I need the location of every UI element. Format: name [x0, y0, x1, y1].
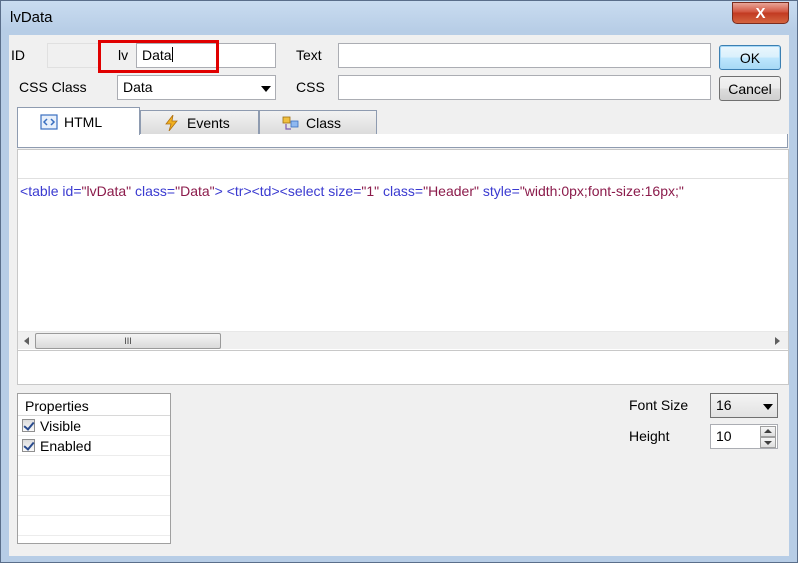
font-size-select[interactable]: 16	[710, 393, 778, 418]
code-token: "width:0px;font-size:16px;"	[519, 183, 684, 199]
list-item	[18, 516, 170, 536]
id-prefix: lv	[118, 47, 129, 63]
css-input[interactable]	[338, 75, 711, 100]
enabled-label: Enabled	[40, 437, 92, 454]
cancel-button[interactable]: Cancel	[719, 76, 781, 101]
properties-header: Properties	[18, 394, 170, 416]
font-size-value: 16	[716, 397, 732, 413]
code-token: size=	[324, 183, 362, 199]
list-item	[18, 456, 170, 476]
cancel-button-label: Cancel	[728, 80, 772, 97]
id-label: ID	[11, 47, 25, 63]
dialog-client: ID lv Data Text OK CSS Class Data CSS Ca…	[9, 35, 789, 556]
html-editor[interactable]: <table id="lvData" class="Data"> <tr><td…	[17, 149, 789, 385]
scroll-thumb[interactable]: III	[35, 333, 221, 349]
text-input[interactable]	[338, 43, 711, 68]
scroll-grip-icon: III	[124, 336, 132, 346]
css-class-select[interactable]: Data	[117, 75, 276, 100]
window-title: lvData	[10, 9, 53, 26]
height-value: 10	[716, 428, 732, 444]
code-token: id=	[58, 183, 82, 199]
scroll-right-icon[interactable]	[775, 337, 780, 345]
height-stepper[interactable]: 10	[710, 424, 778, 449]
property-visible[interactable]: Visible	[18, 416, 170, 436]
html-code-icon	[40, 113, 58, 130]
code-token: class=	[131, 183, 176, 199]
tab-events-label: Events	[187, 114, 230, 131]
lightning-icon	[165, 114, 178, 131]
id-input-value: Data	[142, 47, 172, 63]
editor-footer-row	[18, 350, 788, 384]
code-token: "1"	[361, 183, 380, 199]
visible-label: Visible	[40, 417, 81, 434]
enabled-checkbox[interactable]	[22, 439, 35, 452]
list-item	[18, 476, 170, 496]
code-token: select	[287, 183, 325, 199]
ok-button[interactable]: OK	[719, 45, 781, 70]
code-token: > <	[214, 183, 235, 199]
tab-events[interactable]: Events	[140, 110, 259, 134]
tab-html-label: HTML	[64, 113, 103, 130]
code-line[interactable]: <table id="lvData" class="Data"> <tr><td…	[20, 183, 786, 199]
close-button[interactable]: X	[732, 2, 789, 24]
css-class-value: Data	[123, 79, 153, 95]
editor-header-row	[18, 150, 788, 179]
property-enabled[interactable]: Enabled	[18, 436, 170, 456]
text-label: Text	[296, 47, 322, 63]
code-token: <	[20, 183, 29, 199]
scroll-left-icon[interactable]	[24, 337, 29, 345]
css-class-label: CSS Class	[19, 79, 87, 95]
id-placeholder-field	[47, 43, 99, 68]
text-caret	[171, 47, 173, 62]
ok-button-label: OK	[739, 49, 761, 66]
spin-up-icon[interactable]	[760, 426, 776, 437]
code-token: class=	[379, 183, 424, 199]
code-token: ><	[243, 183, 260, 199]
height-label: Height	[629, 428, 670, 444]
spin-down-icon[interactable]	[760, 437, 776, 448]
code-token: table	[28, 183, 59, 199]
close-icon: X	[755, 4, 766, 22]
code-token: "lvData"	[81, 183, 132, 199]
tab-html[interactable]: HTML	[17, 107, 140, 135]
class-icon	[282, 116, 299, 130]
visible-checkbox[interactable]	[22, 419, 35, 432]
code-token: style=	[478, 183, 520, 199]
code-token: td	[259, 183, 272, 199]
properties-list[interactable]: Properties Visible Enabled	[17, 393, 171, 544]
tab-class[interactable]: Class	[259, 110, 377, 134]
tab-panel	[17, 134, 788, 148]
title-bar[interactable]: lvData X	[1, 1, 797, 35]
id-input[interactable]: Data	[136, 43, 276, 68]
chevron-down-icon	[261, 86, 271, 92]
chevron-down-icon	[763, 404, 773, 410]
css-label: CSS	[296, 79, 325, 95]
font-size-label: Font Size	[629, 397, 689, 413]
code-token: "Header"	[423, 183, 479, 199]
code-token: "Data"	[175, 183, 215, 199]
dialog-window: lvData X ID lv Data Text OK CSS Class Da…	[0, 0, 798, 563]
list-item	[18, 496, 170, 516]
horizontal-scrollbar[interactable]: III	[18, 331, 788, 349]
code-token: ><	[271, 183, 288, 199]
tab-class-label: Class	[306, 114, 342, 131]
